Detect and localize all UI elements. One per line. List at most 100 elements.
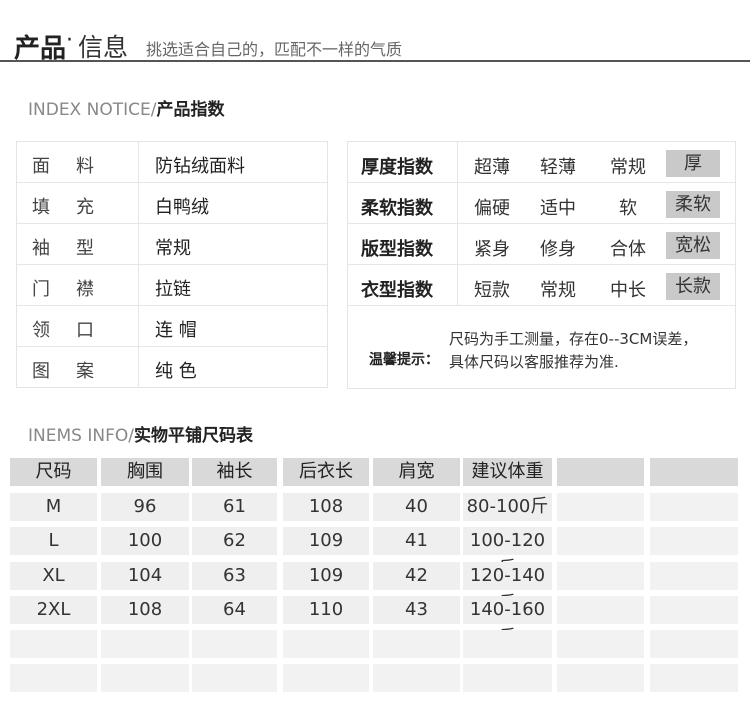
size-table-cell: 96 bbox=[101, 493, 189, 521]
index-option: 超薄 bbox=[474, 157, 510, 178]
index-label: 衣型指数 bbox=[361, 280, 433, 301]
header-divider bbox=[0, 60, 750, 62]
size-table-cell: 140-160斤 bbox=[463, 596, 552, 648]
size-table-cell: 110 bbox=[283, 596, 369, 624]
index-option: 短款 bbox=[474, 280, 510, 301]
size-table-cell-empty bbox=[463, 630, 552, 658]
header-title-light: 信息 bbox=[78, 33, 129, 62]
index-label: 厚度指数 bbox=[361, 157, 433, 178]
size-table-header: 肩宽 bbox=[373, 458, 460, 486]
section-title-index-en: INDEX NOTICE/ bbox=[28, 100, 157, 120]
size-table-cell-empty bbox=[283, 630, 369, 658]
size-table-cell: 100-120斤 bbox=[463, 527, 552, 579]
info-row: 袖型 常规 bbox=[17, 224, 327, 265]
info-row: 填充 白鸭绒 bbox=[17, 183, 327, 224]
index-row: 厚度指数 超薄 轻薄 常规厚 bbox=[348, 142, 735, 183]
size-table-cell: 120-140斤 bbox=[463, 562, 552, 614]
size-table-cell-empty bbox=[650, 527, 738, 555]
info-value: 白鸭绒 bbox=[155, 197, 209, 218]
size-table-cell: M bbox=[10, 493, 97, 521]
size-table-cell-empty bbox=[192, 630, 277, 658]
size-table-cell-empty bbox=[557, 562, 644, 590]
info-value: 纯 色 bbox=[155, 361, 197, 382]
size-table-cell: 109 bbox=[283, 562, 369, 590]
index-separator bbox=[457, 265, 458, 306]
section-title-index-cn: 产品指数 bbox=[156, 100, 225, 120]
index-option-selected: 长款 bbox=[666, 273, 720, 300]
info-value: 拉链 bbox=[155, 279, 191, 300]
index-option: 轻薄 bbox=[540, 157, 576, 178]
size-table-cell-empty bbox=[101, 630, 189, 658]
info-key: 袖型 bbox=[32, 238, 120, 259]
index-table: 温馨提示： 尺码为手工测量，存在0--3CM误差， 具体尺码以客服推荐为准. 厚… bbox=[347, 141, 736, 389]
size-table-cell: 64 bbox=[192, 596, 277, 624]
index-option: 常规 bbox=[610, 157, 646, 178]
size-table-cell: XL bbox=[10, 562, 97, 590]
info-key: 领口 bbox=[32, 320, 120, 341]
index-separator bbox=[457, 224, 458, 265]
index-option: 修身 bbox=[540, 239, 576, 260]
info-value: 连 帽 bbox=[155, 320, 197, 341]
size-table-header: 建议体重 bbox=[463, 458, 552, 486]
size-table-header: 尺码 bbox=[10, 458, 97, 486]
index-label: 版型指数 bbox=[361, 239, 433, 260]
index-option: 偏硬 bbox=[474, 198, 510, 219]
size-table-cell: 63 bbox=[192, 562, 277, 590]
size-table-cell-empty bbox=[463, 664, 552, 692]
header-dot: · bbox=[66, 28, 73, 53]
size-table-cell: 80-100斤 bbox=[463, 493, 552, 521]
info-value: 防钻绒面料 bbox=[155, 156, 245, 177]
size-table-cell-empty bbox=[650, 630, 738, 658]
info-key: 图案 bbox=[32, 361, 120, 382]
size-table-cell-empty bbox=[650, 664, 738, 692]
size-table-cell-empty bbox=[557, 527, 644, 555]
size-table-cell-empty bbox=[283, 664, 369, 692]
size-table-cell-empty bbox=[192, 664, 277, 692]
size-table-cell-empty bbox=[650, 596, 738, 624]
size-table-cell: L bbox=[10, 527, 97, 555]
size-table-cell: 109 bbox=[283, 527, 369, 555]
index-option-selected: 柔软 bbox=[666, 191, 720, 218]
size-table-cell: 108 bbox=[283, 493, 369, 521]
index-option: 中长 bbox=[610, 280, 646, 301]
tip-text: 尺码为手工测量，存在0--3CM误差， 具体尺码以客服推荐为准. bbox=[449, 328, 729, 374]
size-table-cell-empty bbox=[650, 493, 738, 521]
size-table-cell: 100 bbox=[101, 527, 189, 555]
size-table-cell: 104 bbox=[101, 562, 189, 590]
info-value: 常规 bbox=[155, 238, 191, 259]
info-key: 门襟 bbox=[32, 279, 120, 300]
size-table-header-empty bbox=[650, 458, 738, 486]
size-table-cell-empty bbox=[557, 630, 644, 658]
size-table-cell-empty bbox=[373, 664, 460, 692]
index-option: 软 bbox=[619, 198, 637, 219]
section-title-index: INDEX NOTICE/产品指数 bbox=[28, 95, 224, 120]
size-table-header: 胸围 bbox=[101, 458, 189, 486]
size-table-cell-empty bbox=[557, 493, 644, 521]
size-table-cell: 61 bbox=[192, 493, 277, 521]
index-label: 柔软指数 bbox=[361, 198, 433, 219]
section-title-sizes-cn: 实物平铺尺码表 bbox=[133, 426, 253, 446]
index-option: 适中 bbox=[540, 198, 576, 219]
index-separator bbox=[457, 183, 458, 224]
index-row: 版型指数 紧身 修身 合体 宽松 bbox=[348, 224, 735, 265]
size-table-cell-empty bbox=[373, 630, 460, 658]
size-table-header-empty bbox=[557, 458, 644, 486]
size-table-cell: 62 bbox=[192, 527, 277, 555]
tip-line-2: 具体尺码以客服推荐为准. bbox=[449, 353, 619, 371]
tip-line-1: 尺码为手工测量，存在0--3CM误差， bbox=[449, 330, 698, 348]
index-row: 柔软指数 偏硬 适中 软 柔软 bbox=[348, 183, 735, 224]
info-table: 面料 防钻绒面料 填充 白鸭绒袖型 常规门襟 拉链领口 连 帽图案 纯 色 bbox=[16, 141, 328, 388]
info-row: 面料 防钻绒面料 bbox=[17, 142, 327, 183]
size-table-cell-empty bbox=[10, 664, 97, 692]
index-option: 常规 bbox=[540, 280, 576, 301]
size-table-cell: 108 bbox=[101, 596, 189, 624]
info-row: 领口 连 帽 bbox=[17, 306, 327, 347]
index-separator bbox=[457, 142, 458, 183]
index-row: 衣型指数 短款 常规 中长 长款 bbox=[348, 265, 735, 306]
size-table-cell-empty bbox=[10, 630, 97, 658]
size-table-cell: 43 bbox=[373, 596, 460, 624]
info-row: 图案 纯 色 bbox=[17, 347, 327, 388]
size-table-cell-empty bbox=[650, 562, 738, 590]
header-subtitle: 挑选适合自己的，匹配不一样的气质 bbox=[146, 40, 403, 59]
size-table-cell-empty bbox=[557, 596, 644, 624]
